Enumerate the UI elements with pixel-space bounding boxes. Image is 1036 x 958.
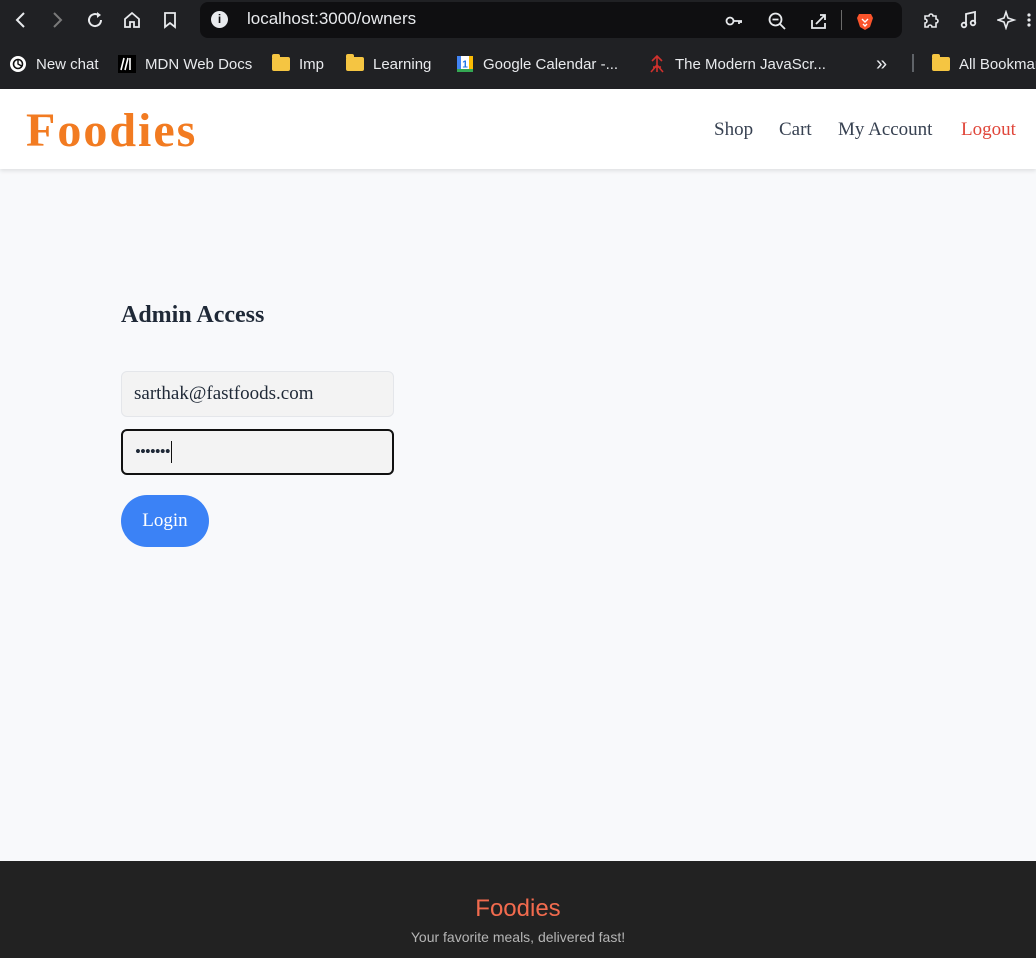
main-content: Admin Access sarthak@fastfoods.com •••••… [0, 169, 1036, 861]
menu-button[interactable] [1022, 8, 1036, 32]
nav-logout[interactable]: Logout [961, 119, 1016, 141]
javascript-info-icon [648, 55, 666, 73]
site-footer: Foodies Your favorite meals, delivered f… [0, 861, 1036, 958]
email-value: sarthak@fastfoods.com [134, 383, 314, 404]
reload-button[interactable] [83, 8, 107, 32]
site-info-icon[interactable]: i [211, 11, 228, 28]
omnibox-divider [841, 10, 842, 30]
bookmark-folder-learning[interactable]: Learning [346, 53, 431, 75]
site-header: Foodies Shop Cart My Account Logout [0, 89, 1036, 169]
browser-chrome: i localhost:3000/owners New chat MDN Web… [0, 0, 1036, 89]
footer-brand: Foodies [475, 895, 561, 922]
mdn-icon [118, 55, 136, 73]
share-icon [811, 14, 826, 29]
bookmark-google-calendar[interactable]: 1 Google Calendar -... [456, 53, 618, 75]
home-icon [124, 11, 140, 28]
google-calendar-icon: 1 [456, 55, 474, 73]
folder-icon [272, 54, 290, 73]
zoom-button[interactable] [766, 10, 788, 32]
puzzle-icon [924, 13, 939, 28]
nav-cart[interactable]: Cart [779, 119, 812, 141]
chatgpt-icon [9, 55, 27, 73]
browser-toolbar: i localhost:3000/owners [0, 0, 1036, 42]
url-text[interactable]: localhost:3000/owners [247, 9, 416, 29]
calendar-day-number: 1 [462, 60, 468, 71]
bookmark-label: The Modern JavaScr... [675, 55, 826, 73]
bookmark-page-button[interactable] [158, 8, 182, 32]
back-arrow-icon [15, 12, 25, 28]
bookmark-label: Imp [299, 55, 325, 73]
music-note-icon [960, 10, 977, 29]
bookmark-javascript-info[interactable]: The Modern JavaScr... [648, 53, 826, 75]
folder-icon [346, 54, 364, 73]
password-field[interactable]: ••••••• [121, 429, 394, 475]
forward-arrow-icon [53, 12, 63, 28]
folder-icon [932, 54, 950, 73]
bookmarks-bar: New chat MDN Web Docs Imp Learning 1 Goo… [0, 42, 1036, 84]
forward-button[interactable] [45, 8, 69, 32]
chevron-double-right-icon: » [876, 52, 888, 75]
nav-shop[interactable]: Shop [714, 119, 753, 141]
more-bookmarks-button[interactable]: » [876, 53, 887, 75]
bookmark-all-bookmarks[interactable]: All Bookmar [932, 53, 1036, 75]
key-icon [725, 16, 742, 26]
share-button[interactable] [808, 10, 830, 32]
bookmark-mdn[interactable]: MDN Web Docs [118, 53, 252, 75]
bookmarks-divider [912, 54, 914, 72]
email-field[interactable]: sarthak@fastfoods.com [121, 371, 394, 417]
bookmark-label: Learning [373, 55, 432, 73]
sparkle-icon [997, 10, 1017, 30]
bookmark-label: New chat [36, 55, 99, 73]
media-button[interactable] [957, 8, 981, 32]
footer-tagline: Your favorite meals, delivered fast! [410, 929, 626, 945]
bookmark-new-chat[interactable]: New chat [9, 53, 99, 75]
zoom-out-icon [768, 12, 786, 30]
back-button[interactable] [9, 8, 33, 32]
nav-my-account[interactable]: My Account [838, 119, 932, 141]
text-caret [170, 441, 172, 463]
brand-logo[interactable]: Foodies [26, 103, 197, 158]
bookmark-label: Google Calendar -... [483, 55, 619, 73]
bookmark-label: MDN Web Docs [145, 55, 253, 73]
more-vertical-icon [1027, 13, 1031, 27]
home-button[interactable] [120, 8, 144, 32]
bookmark-folder-imp[interactable]: Imp [272, 53, 324, 75]
extensions-button[interactable] [919, 8, 943, 32]
bookmark-label: All Bookmar [959, 55, 1036, 73]
reload-icon [88, 12, 103, 28]
bookmark-icon [164, 12, 176, 29]
brave-shields-button[interactable] [854, 10, 876, 32]
brave-lion-icon [857, 14, 873, 30]
password-value: ••••••• [135, 442, 171, 461]
password-key-button[interactable] [723, 10, 745, 32]
form-title: Admin Access [121, 302, 265, 328]
leo-ai-button[interactable] [995, 8, 1019, 32]
login-button[interactable]: Login [121, 495, 209, 547]
address-bar[interactable]: i localhost:3000/owners [200, 2, 902, 38]
